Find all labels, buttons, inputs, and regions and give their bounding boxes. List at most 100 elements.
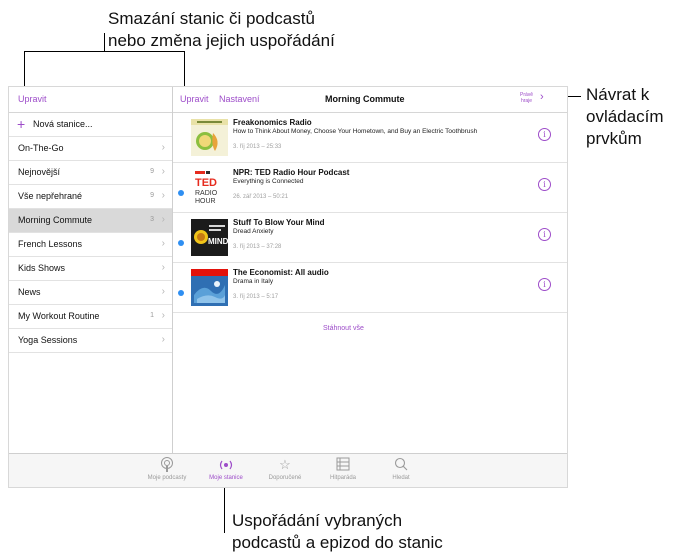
chevron-right-icon: › <box>161 214 165 225</box>
ted-radio-hour-artwork: TED RADIO HOUR <box>191 169 228 206</box>
unplayed-dot <box>178 190 184 196</box>
leader-line <box>224 485 225 533</box>
tab-search[interactable]: Hledat <box>371 457 431 481</box>
sidebar-item-label: Nejnovější <box>18 167 61 177</box>
sidebar-item-on-the-go[interactable]: On-The-Go › <box>9 137 172 161</box>
episode-podcast-title: Stuff To Blow Your Mind <box>233 218 325 227</box>
tab-my-podcasts[interactable]: Moje podcasty <box>137 457 197 481</box>
episode-podcast-title: NPR: TED Radio Hour Podcast <box>233 168 350 177</box>
tab-top-charts[interactable]: Hitparáda <box>313 457 373 481</box>
unplayed-dot <box>178 290 184 296</box>
chevron-right-icon[interactable]: › <box>540 91 544 103</box>
sidebar-item-count: 3 <box>150 216 154 223</box>
download-all-button[interactable]: Stáhnout vše <box>323 325 364 332</box>
station-settings-button[interactable]: Nastavení <box>219 94 260 104</box>
info-icon[interactable]: i <box>538 278 551 291</box>
art-text: MIND <box>208 237 228 246</box>
list-icon <box>313 457 373 473</box>
sidebar-item-label: News <box>18 287 41 297</box>
now-playing-button[interactable]: Právě hraje <box>520 92 533 104</box>
tab-label: Doporučené <box>268 475 302 481</box>
episode-row[interactable]: Freakonomics Radio How to Think About Mo… <box>173 113 567 163</box>
annotation-line: Návrat k <box>586 85 650 104</box>
sidebar-edit-button[interactable]: Upravit <box>18 94 47 104</box>
chevron-right-icon: › <box>161 310 165 321</box>
art-text: RADIO <box>195 190 218 197</box>
chevron-right-icon: › <box>161 262 165 273</box>
info-icon[interactable]: i <box>538 128 551 141</box>
sidebar-item-news[interactable]: News › <box>9 281 172 305</box>
chevron-right-icon: › <box>161 166 165 177</box>
episode-podcast-title: The Economist: All audio <box>233 268 329 277</box>
station-icon <box>196 457 256 473</box>
sidebar-item-label: Vše nepřehrané <box>18 191 83 201</box>
sidebar-item-label: Yoga Sessions <box>18 335 78 345</box>
sidebar-item-kids-shows[interactable]: Kids Shows › <box>9 257 172 281</box>
episode-date-duration: 3. říj 2013 – 25:33 <box>233 144 282 150</box>
annotation-return-to-controls: Návrat k ovládacím prvkům <box>586 84 679 150</box>
episode-row[interactable]: TED RADIO HOUR NPR: TED Radio Hour Podca… <box>173 163 567 213</box>
new-station-button[interactable]: + Nová stanice... <box>9 113 172 137</box>
sidebar-item-nejnovejsi[interactable]: Nejnovější 9 › <box>9 161 172 185</box>
sidebar-navbar: Upravit <box>9 87 172 113</box>
sidebar-item-french-lessons[interactable]: French Lessons › <box>9 233 172 257</box>
episode-date-duration: 26. zář 2013 – 50:21 <box>233 194 289 200</box>
leader-line <box>184 51 185 89</box>
episode-title: Drama in Italy <box>233 278 274 285</box>
chevron-right-icon: › <box>161 238 165 249</box>
info-icon[interactable]: i <box>538 178 551 191</box>
sidebar-item-count: 9 <box>150 168 154 175</box>
main-navbar: Upravit Nastavení Morning Commute Právě … <box>173 87 567 113</box>
annotation-line: ovládacím <box>586 107 664 126</box>
tab-label: Moje podcasty <box>147 475 187 481</box>
economist-artwork <box>191 269 228 306</box>
episode-row[interactable]: MIND Stuff To Blow Your Mind Dread Anxie… <box>173 213 567 263</box>
station-detail: Upravit Nastavení Morning Commute Právě … <box>173 87 567 453</box>
plus-icon: + <box>17 116 26 132</box>
sidebar-item-my-workout-routine[interactable]: My Workout Routine 1 › <box>9 305 172 329</box>
station-edit-button[interactable]: Upravit <box>180 94 209 104</box>
page-title: Morning Commute <box>325 94 405 104</box>
new-station-label: Nová stanice... <box>33 119 93 129</box>
annotation-line: Smazání stanic či podcastů <box>108 9 315 28</box>
sidebar-item-label: On-The-Go <box>18 143 64 153</box>
tab-my-stations[interactable]: Moje stanice <box>196 457 256 481</box>
sidebar-item-yoga-sessions[interactable]: Yoga Sessions › <box>9 329 172 353</box>
sidebar-item-label: Morning Commute <box>18 215 93 225</box>
tab-label: Hledat <box>392 475 410 481</box>
info-icon[interactable]: i <box>538 228 551 241</box>
unplayed-dot <box>178 240 184 246</box>
search-icon <box>371 457 431 473</box>
tab-label: Moje stanice <box>209 475 243 481</box>
episode-date-duration: 3. říj 2013 – 37:28 <box>233 244 282 250</box>
tab-featured[interactable]: ☆ Doporučené <box>255 457 315 481</box>
stations-sidebar: Upravit + Nová stanice... On-The-Go › Ne… <box>9 87 173 453</box>
art-text: TED <box>195 177 217 189</box>
chevron-right-icon: › <box>161 190 165 201</box>
annotation-edit-stations: Smazání stanic či podcastů nebo změna je… <box>108 8 398 52</box>
leader-line <box>24 51 25 89</box>
now-playing-label: hraje <box>520 98 533 104</box>
art-text: HOUR <box>195 198 216 205</box>
stuff-to-blow-your-mind-artwork: MIND <box>191 219 228 256</box>
tab-label: Hitparáda <box>329 475 356 481</box>
episode-podcast-title: Freakonomics Radio <box>233 118 312 127</box>
sidebar-item-label: French Lessons <box>18 239 83 249</box>
episode-title: Dread Anxiety <box>233 228 274 235</box>
sidebar-item-count: 1 <box>150 312 154 319</box>
star-icon: ☆ <box>279 457 291 472</box>
sidebar-item-label: Kids Shows <box>18 263 66 273</box>
annotation-line: nebo změna jejich uspořádání <box>108 31 335 50</box>
tab-bar: Moje podcasty Moje stanice ☆ Doporučené … <box>9 453 567 487</box>
episode-title: Everything is Connected <box>233 178 304 185</box>
chevron-right-icon: › <box>161 334 165 345</box>
leader-line <box>24 51 185 52</box>
leader-line <box>104 33 105 51</box>
episode-row[interactable]: The Economist: All audio Drama in Italy … <box>173 263 567 313</box>
chevron-right-icon: › <box>161 142 165 153</box>
sidebar-item-morning-commute[interactable]: Morning Commute 3 › <box>9 209 172 233</box>
episode-date-duration: 3. říj 2013 – 5:17 <box>233 294 279 300</box>
annotation-line: podcastů a epizod do stanic <box>232 533 443 552</box>
freakonomics-artwork <box>191 119 228 156</box>
sidebar-item-vse-neprehrane[interactable]: Vše nepřehrané 9 › <box>9 185 172 209</box>
